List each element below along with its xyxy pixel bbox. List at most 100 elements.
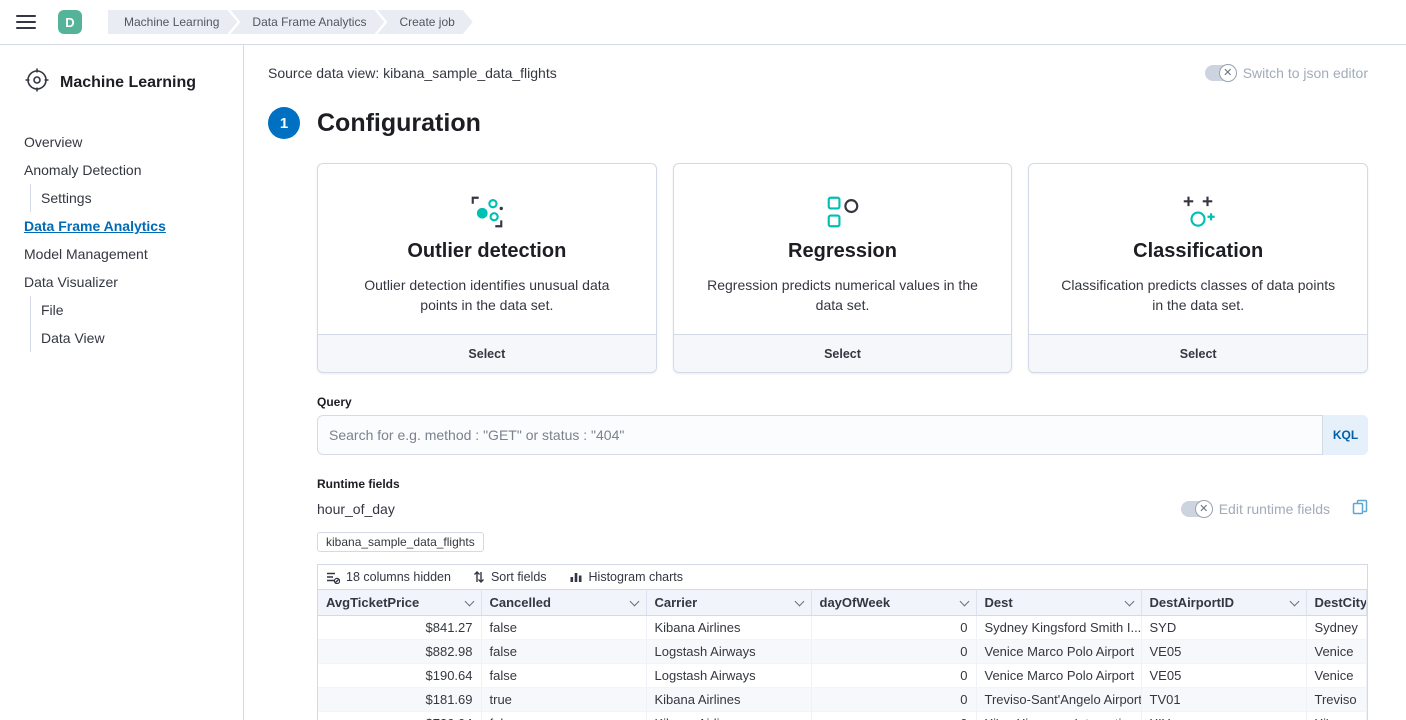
sidebar-item-anomaly-detection[interactable]: Anomaly Detection [24,156,227,184]
select-classification-button[interactable]: Select [1029,334,1367,372]
card-title: Outlier detection [318,240,656,263]
data-grid-toolbar: 18 columns hidden Sort fields [318,565,1367,589]
toggle-off-icon: ✕ [1195,500,1213,518]
sidebar-item-data-visualizer[interactable]: Data Visualizer [24,268,227,296]
column-header-destairportid[interactable]: DestAirportID [1141,590,1306,616]
classification-icon [1029,190,1367,234]
query-label: Query [317,395,1368,409]
cell: VE05 [1141,664,1306,688]
cell: Venice Marco Polo Airport [976,640,1141,664]
cell: false [481,616,646,640]
sort-icon [473,570,485,584]
cell: 0 [811,688,976,712]
histogram-charts-button[interactable]: Histogram charts [569,570,683,584]
source-data-view-label: Source data view: kibana_sample_data_fli… [268,65,557,81]
sort-fields-button[interactable]: Sort fields [473,570,547,584]
cell: $882.98 [318,640,481,664]
cell: Venice Marco Polo Airport [976,664,1141,688]
page-title: Configuration [317,109,481,138]
cell: $841.27 [318,616,481,640]
json-editor-toggle[interactable]: ✕ [1205,65,1235,81]
data-view-badge: kibana_sample_data_flights [317,532,484,552]
sidebar: Machine Learning Overview Anomaly Detect… [0,45,244,720]
card-description: Regression predicts numerical values in … [674,275,1012,316]
runtime-field-name: hour_of_day [317,501,395,517]
machine-learning-app-icon [24,67,50,98]
cell: Xi'an Xianyang Internatio... [976,712,1141,720]
cell: Treviso [1306,688,1367,712]
cell: Kibana Airlines [646,712,811,720]
card-title: Classification [1029,240,1367,263]
cell: false [481,640,646,664]
table-row: $730.04 false Kibana Airlines 0 Xi'an Xi… [318,712,1367,720]
card-description: Outlier detection identifies unusual dat… [318,275,656,316]
edit-runtime-fields-label: Edit runtime fields [1219,501,1330,517]
switch-to-json-label: Switch to json editor [1243,65,1368,81]
cell: Sydney Kingsford Smith I... [976,616,1141,640]
query-search-input[interactable] [317,415,1322,455]
chevron-down-icon [629,596,639,606]
column-header-destcityname[interactable]: DestCityN [1306,590,1367,616]
column-header-avgticketprice[interactable]: AvgTicketPrice [318,590,481,616]
cell: 0 [811,712,976,720]
card-description: Classification predicts classes of data … [1029,275,1367,316]
cell: Logstash Airways [646,640,811,664]
copy-icon[interactable] [1352,499,1368,518]
sidebar-item-data-frame-analytics[interactable]: Data Frame Analytics [24,212,227,240]
cell: Kibana Airlines [646,616,811,640]
chevron-down-icon [1124,596,1134,606]
results-table: AvgTicketPrice Cancelled Carrier dayOfWe… [318,589,1367,720]
column-header-dest[interactable]: Dest [976,590,1141,616]
sidebar-item-file[interactable]: File [30,296,227,324]
sidebar-nav: Overview Anomaly Detection Settings Data… [24,128,227,352]
cell: VE05 [1141,640,1306,664]
data-grid: 18 columns hidden Sort fields [317,564,1368,720]
table-row: $882.98 false Logstash Airways 0 Venice … [318,640,1367,664]
toggle-off-icon: ✕ [1219,64,1237,82]
main-content: Source data view: kibana_sample_data_fli… [244,45,1406,720]
sidebar-item-overview[interactable]: Overview [24,128,227,156]
table-row: $181.69 true Kibana Airlines 0 Treviso-S… [318,688,1367,712]
sidebar-item-model-management[interactable]: Model Management [24,240,227,268]
columns-hidden-button[interactable]: 18 columns hidden [326,570,451,584]
breadcrumb-machine-learning[interactable]: Machine Learning [108,10,237,34]
columns-hidden-icon [326,570,340,584]
top-header: D Machine Learning Data Frame Analytics … [0,0,1406,45]
column-header-cancelled[interactable]: Cancelled [481,590,646,616]
cell: 0 [811,664,976,688]
column-header-carrier[interactable]: Carrier [646,590,811,616]
regression-icon [674,190,1012,234]
select-regression-button[interactable]: Select [674,334,1012,372]
kql-language-button[interactable]: KQL [1322,415,1368,455]
select-outlier-detection-button[interactable]: Select [318,334,656,372]
cell: true [481,688,646,712]
space-avatar[interactable]: D [58,10,82,34]
sidebar-item-data-view[interactable]: Data View [30,324,227,352]
cell: 0 [811,616,976,640]
card-title: Regression [674,240,1012,263]
chevron-down-icon [1289,596,1299,606]
cell: false [481,712,646,720]
card-outlier-detection[interactable]: Outlier detection Outlier detection iden… [317,163,657,373]
query-bar: KQL [317,415,1368,455]
cell: $181.69 [318,688,481,712]
sidebar-item-settings[interactable]: Settings [30,184,227,212]
edit-runtime-fields-toggle[interactable]: ✕ [1181,501,1211,517]
runtime-fields-label: Runtime fields [317,477,1368,491]
cell: XIY [1141,712,1306,720]
cell: TV01 [1141,688,1306,712]
cell: Treviso-Sant'Angelo Airport [976,688,1141,712]
menu-icon[interactable] [16,15,36,29]
cell: Venice [1306,664,1367,688]
chevron-down-icon [959,596,969,606]
card-regression[interactable]: Regression Regression predicts numerical… [673,163,1013,373]
cell: 0 [811,640,976,664]
breadcrumb-create-job: Create job [377,10,472,34]
histogram-icon [569,570,583,584]
breadcrumb: Machine Learning Data Frame Analytics Cr… [108,10,473,34]
sidebar-title: Machine Learning [60,74,196,92]
column-header-dayofweek[interactable]: dayOfWeek [811,590,976,616]
card-classification[interactable]: Classification Classification predicts c… [1028,163,1368,373]
breadcrumb-data-frame-analytics[interactable]: Data Frame Analytics [230,10,384,34]
cell: SYD [1141,616,1306,640]
